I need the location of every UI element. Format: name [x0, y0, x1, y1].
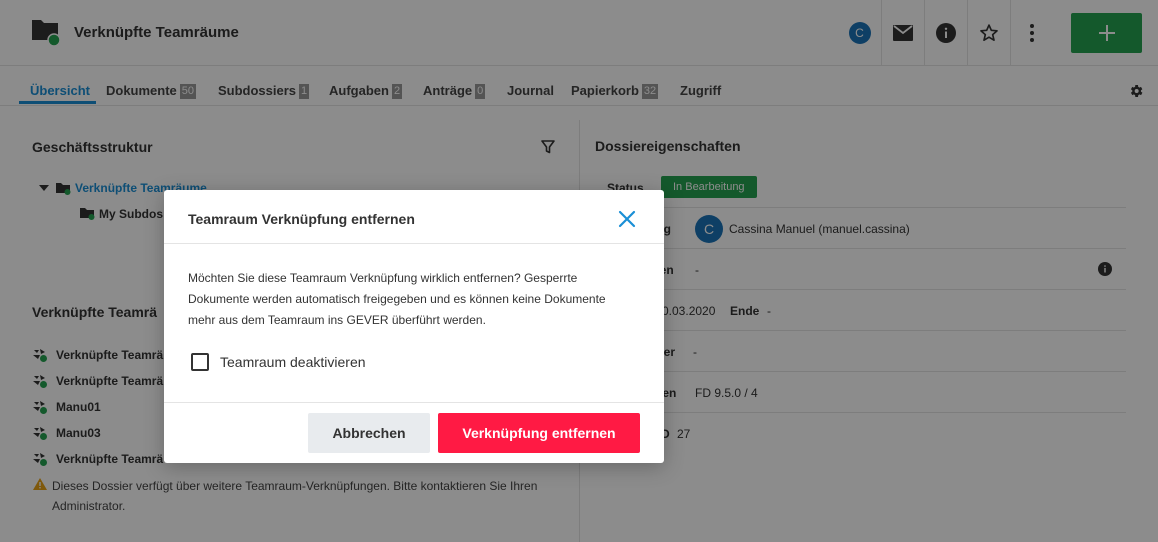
deactivate-checkbox-label[interactable]: Teamraum deaktivieren	[220, 354, 366, 370]
dialog-title: Teamraum Verknüpfung entfernen	[188, 211, 415, 227]
remove-link-button[interactable]: Verknüpfung entfernen	[438, 413, 640, 453]
divider	[164, 243, 664, 244]
close-icon[interactable]	[618, 210, 636, 228]
dialog-message: Möchten Sie diese Teamraum Verknüpfung w…	[188, 271, 606, 327]
remove-link-dialog: Teamraum Verknüpfung entfernen Möchten S…	[164, 190, 664, 463]
divider	[164, 402, 664, 403]
deactivate-checkbox[interactable]	[191, 353, 209, 371]
cancel-button[interactable]: Abbrechen	[308, 413, 430, 453]
